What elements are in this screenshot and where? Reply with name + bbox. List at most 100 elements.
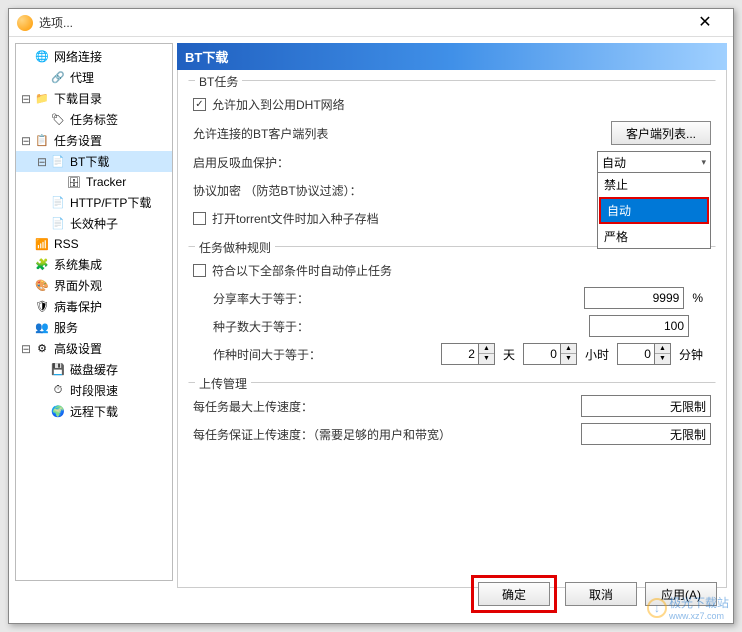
sidebar-item-1[interactable]: 🔗代理 — [16, 67, 172, 88]
expand-icon[interactable]: ⊟ — [20, 92, 32, 106]
app-icon — [17, 15, 33, 31]
dropdown-option-forbid[interactable]: 禁止 — [598, 173, 710, 196]
dropdown-list: 禁止 自动 严格 — [597, 173, 711, 249]
hours-spinner[interactable]: ▲▼ — [523, 343, 577, 365]
tree-icon: 🎨 — [34, 278, 50, 294]
ok-button[interactable]: 确定 — [478, 582, 550, 606]
expand-icon[interactable]: ⊟ — [36, 155, 48, 169]
close-button[interactable]: ✕ — [685, 11, 725, 35]
tree-icon: 🌐 — [34, 49, 50, 65]
hours-unit: 小时 — [585, 346, 609, 363]
days-unit: 天 — [503, 346, 515, 363]
tree-icon: ⏱ — [50, 383, 66, 399]
sidebar-item-label: 下载目录 — [54, 90, 102, 107]
ok-highlight: 确定 — [471, 575, 557, 613]
leech-protect-dropdown[interactable]: 自动 ▾ 禁止 自动 严格 — [597, 151, 711, 173]
sidebar-item-0[interactable]: 🌐网络连接 — [16, 46, 172, 67]
titlebar: 选项... ✕ — [9, 9, 733, 37]
sidebar-item-10[interactable]: 🧩系统集成 — [16, 254, 172, 275]
tree-icon: 🏷 — [50, 112, 66, 128]
mins-unit: 分钟 — [679, 346, 703, 363]
sidebar-item-label: 病毒保护 — [54, 298, 102, 315]
max-upload-label: 每任务最大上传速度： — [193, 398, 313, 415]
sidebar-item-label: HTTP/FTP下载 — [70, 194, 151, 211]
sidebar-item-label: 任务设置 — [54, 132, 102, 149]
sidebar-item-9[interactable]: 📶RSS — [16, 234, 172, 254]
sidebar-item-8[interactable]: 📄长效种子 — [16, 213, 172, 234]
max-upload-input[interactable] — [581, 395, 711, 417]
sidebar-item-3[interactable]: 🏷任务标签 — [16, 109, 172, 130]
stop-condition-label: 符合以下全部条件时自动停止任务 — [212, 262, 392, 279]
ratio-input[interactable] — [584, 287, 684, 309]
tree-icon: 📁 — [34, 91, 50, 107]
sidebar-item-label: 高级设置 — [54, 340, 102, 357]
sidebar-item-4[interactable]: ⊟📋任务设置 — [16, 130, 172, 151]
cancel-button[interactable]: 取消 — [565, 582, 637, 606]
dht-checkbox[interactable]: ✓ — [193, 98, 206, 111]
main-panel: BT下载 BT任务 ✓ 允许加入到公用DHT网络 允许连接的BT客户端列表 客户… — [177, 43, 727, 581]
mins-spinner[interactable]: ▲▼ — [617, 343, 671, 365]
seeds-label: 种子数大于等于： — [193, 318, 309, 335]
seedtime-label: 作种时间大于等于： — [193, 346, 321, 363]
sidebar-tree[interactable]: 🌐网络连接🔗代理⊟📁下载目录🏷任务标签⊟📋任务设置⊟📄BT下载🗄Tracker📄… — [15, 43, 173, 581]
sidebar-item-label: 磁盘缓存 — [70, 361, 118, 378]
client-list-label: 允许连接的BT客户端列表 — [193, 125, 328, 142]
sidebar-item-14[interactable]: ⊟⚙高级设置 — [16, 338, 172, 359]
sidebar-item-label: 服务 — [54, 319, 78, 336]
guarantee-upload-input[interactable] — [581, 423, 711, 445]
tree-icon: 📋 — [34, 133, 50, 149]
seeds-input[interactable] — [589, 315, 689, 337]
panel-body: BT任务 ✓ 允许加入到公用DHT网络 允许连接的BT客户端列表 客户端列表..… — [177, 70, 727, 588]
client-list-button[interactable]: 客户端列表... — [611, 121, 711, 145]
options-window: 选项... ✕ 🌐网络连接🔗代理⊟📁下载目录🏷任务标签⊟📋任务设置⊟📄BT下载🗄… — [8, 8, 734, 624]
tree-icon: 👥 — [34, 320, 50, 336]
sidebar-item-16[interactable]: ⏱时段限速 — [16, 380, 172, 401]
leech-protect-label: 启用反吸血保护： — [193, 154, 289, 171]
tree-icon: 🧩 — [34, 257, 50, 273]
panel-title: BT下载 — [177, 43, 727, 70]
tree-icon: 📄 — [50, 154, 66, 170]
tree-icon: 💾 — [50, 362, 66, 378]
sidebar-item-label: 远程下载 — [70, 403, 118, 420]
tree-icon: 📄 — [50, 195, 66, 211]
sidebar-item-label: BT下载 — [70, 153, 109, 170]
tree-icon: ⚙ — [34, 341, 50, 357]
sidebar-item-label: Tracker — [86, 175, 126, 189]
sidebar-item-17[interactable]: 🌍远程下载 — [16, 401, 172, 422]
sidebar-item-13[interactable]: 👥服务 — [16, 317, 172, 338]
tree-icon: 🌍 — [50, 404, 66, 420]
sidebar-item-label: 网络连接 — [54, 48, 102, 65]
ratio-unit: % — [692, 291, 703, 305]
expand-icon[interactable]: ⊟ — [20, 342, 32, 356]
days-spinner[interactable]: ▲▼ — [441, 343, 495, 365]
dropdown-value: 自动 — [602, 154, 626, 171]
dropdown-option-strict[interactable]: 严格 — [598, 225, 710, 248]
sidebar-item-label: RSS — [54, 237, 79, 251]
tree-icon: 🛡 — [34, 299, 50, 315]
tree-icon: 🗄 — [66, 174, 82, 190]
guarantee-upload-label: 每任务保证上传速度：（需要足够的用户和带宽） — [193, 426, 451, 443]
sidebar-item-15[interactable]: 💾磁盘缓存 — [16, 359, 172, 380]
sidebar-item-2[interactable]: ⊟📁下载目录 — [16, 88, 172, 109]
dht-label: 允许加入到公用DHT网络 — [212, 96, 345, 113]
chevron-down-icon: ▾ — [701, 157, 706, 168]
tree-icon: 🔗 — [50, 70, 66, 86]
bt-task-group: BT任务 ✓ 允许加入到公用DHT网络 允许连接的BT客户端列表 客户端列表..… — [188, 80, 716, 240]
stop-condition-checkbox[interactable] — [193, 264, 206, 277]
sidebar-item-label: 系统集成 — [54, 256, 102, 273]
dropdown-option-auto[interactable]: 自动 — [599, 197, 709, 224]
encrypt-label: 协议加密 （防范BT协议过滤）： — [193, 182, 362, 199]
sidebar-item-5[interactable]: ⊟📄BT下载 — [16, 151, 172, 172]
sidebar-item-11[interactable]: 🎨界面外观 — [16, 275, 172, 296]
sidebar-item-6[interactable]: 🗄 Tracker — [16, 172, 172, 192]
sidebar-item-7[interactable]: 📄HTTP/FTP下载 — [16, 192, 172, 213]
seed-rule-group: 任务做种规则 符合以下全部条件时自动停止任务 分享率大于等于： % 种子数大于等… — [188, 246, 716, 376]
seed-rule-legend: 任务做种规则 — [195, 239, 275, 256]
upload-legend: 上传管理 — [195, 375, 251, 392]
apply-button[interactable]: 应用(A) — [645, 582, 717, 606]
sidebar-item-label: 代理 — [70, 69, 94, 86]
seed-archive-checkbox[interactable] — [193, 212, 206, 225]
seed-archive-label: 打开torrent文件时加入种子存档 — [212, 210, 379, 227]
sidebar-item-12[interactable]: 🛡病毒保护 — [16, 296, 172, 317]
expand-icon[interactable]: ⊟ — [20, 134, 32, 148]
